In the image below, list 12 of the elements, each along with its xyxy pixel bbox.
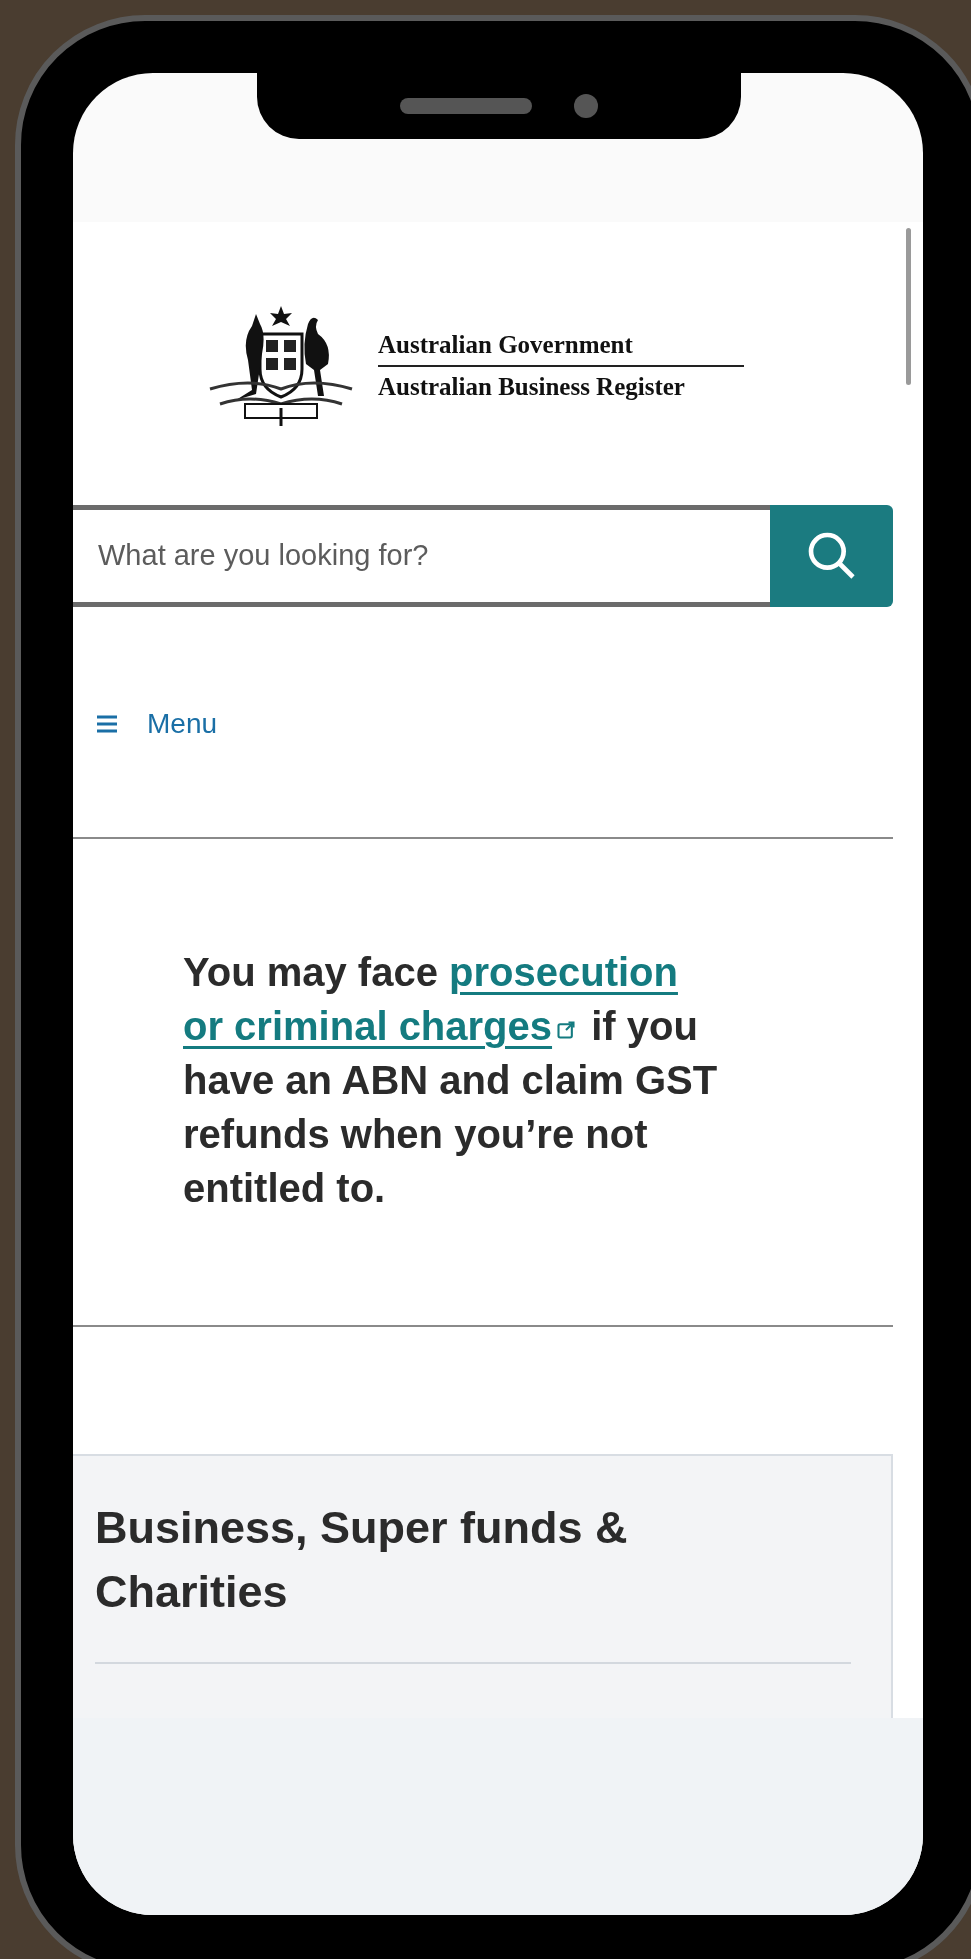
register-title: Australian Business Register (378, 372, 686, 402)
search-field[interactable]: What are you looking for? (73, 505, 770, 607)
search-button[interactable] (770, 505, 893, 607)
warning-text: You may face prosecution or criminal charges if you have an ABN and claim GST refunds when you’re not entitled to. (183, 949, 719, 1212)
external-link-icon (556, 1020, 577, 1040)
menu-button[interactable]: Menu (97, 703, 218, 745)
camera-lens (574, 94, 598, 118)
government-title: Australian Government (378, 330, 634, 360)
prosecution-link[interactable]: prosecution (449, 950, 678, 994)
menu-icon (97, 715, 117, 733)
card-title: Business, Super funds & Charities (95, 1501, 629, 1619)
prosecution-link[interactable]: or criminal charges (183, 1004, 553, 1048)
